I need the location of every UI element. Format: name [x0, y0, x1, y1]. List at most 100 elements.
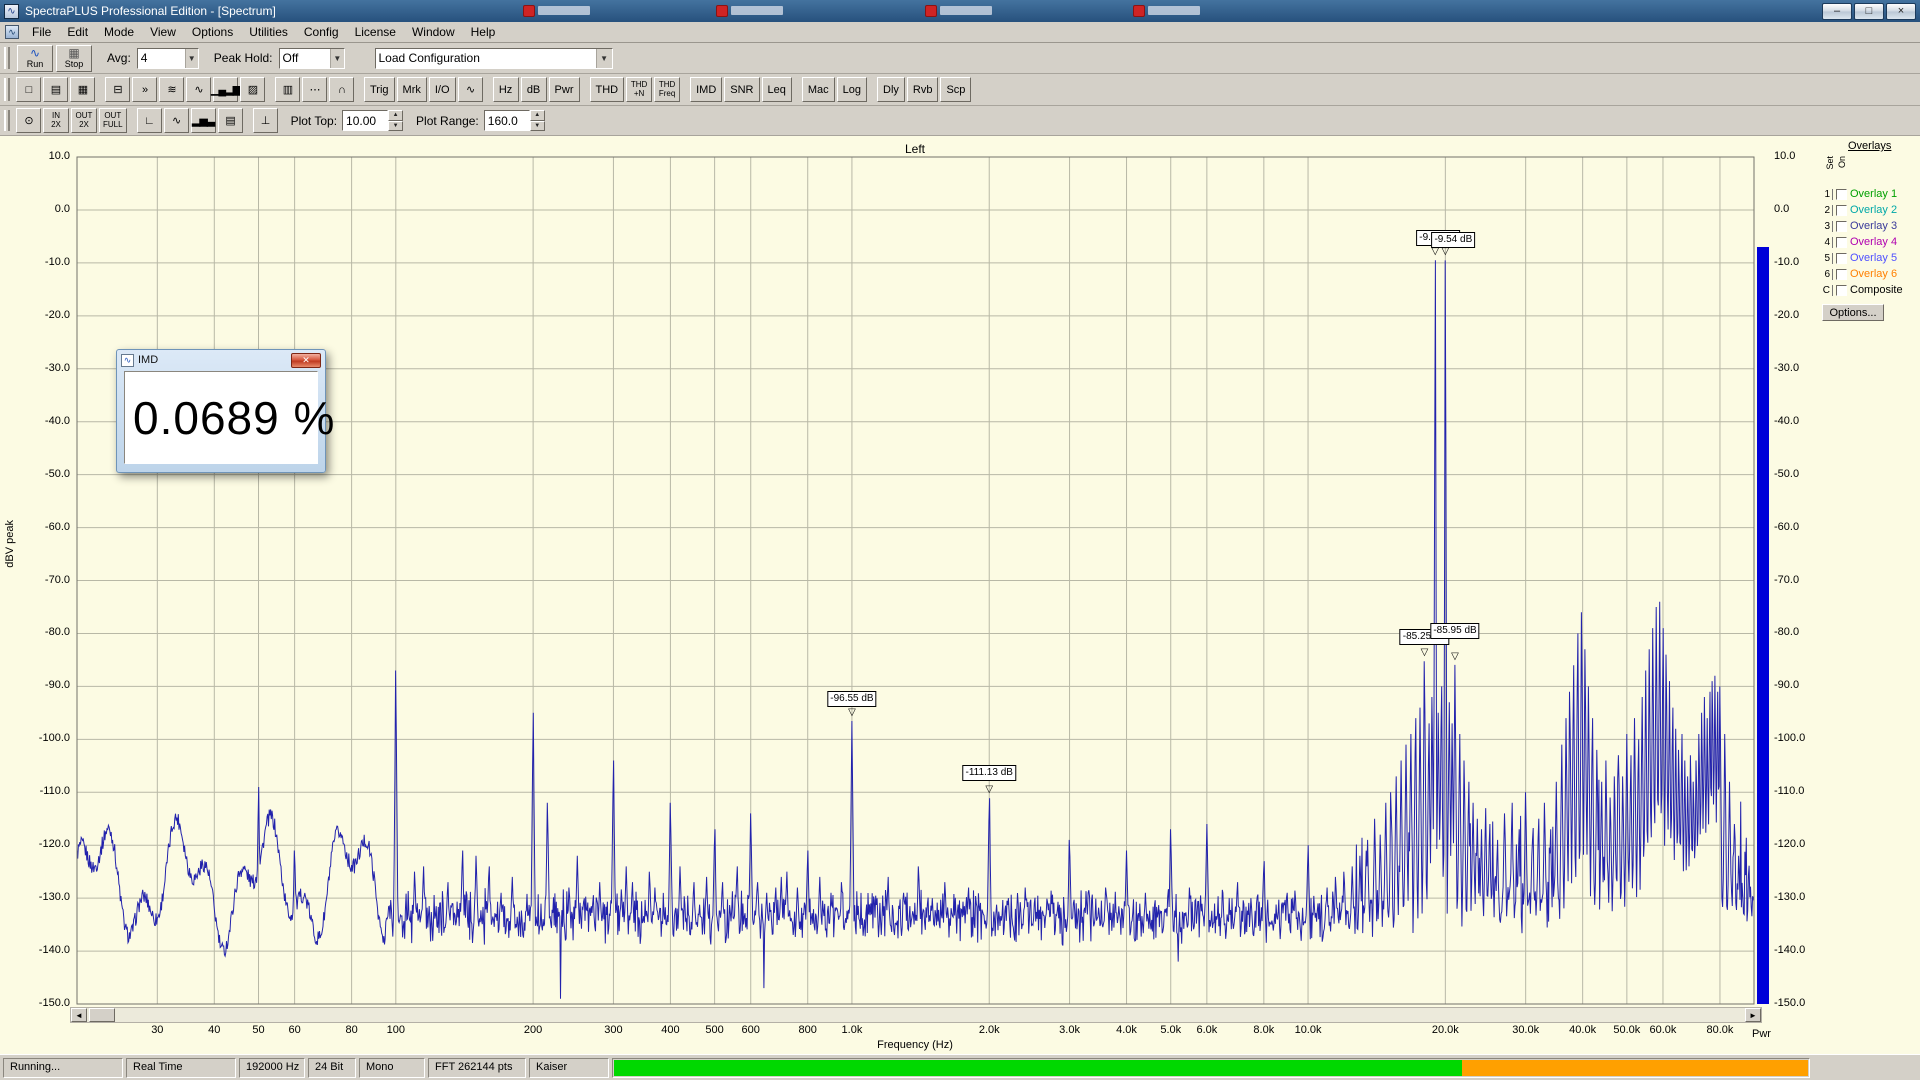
- delay-button[interactable]: Dly: [877, 77, 905, 102]
- overlay-on-checkbox[interactable]: [1836, 285, 1847, 296]
- grid-toggle-button[interactable]: ▤: [218, 108, 243, 133]
- menu-item-license[interactable]: License: [347, 23, 404, 41]
- scrollbar-track[interactable]: [87, 1008, 1745, 1022]
- thd-plus-n-button[interactable]: THD+N: [626, 77, 652, 102]
- menu-item-utilities[interactable]: Utilities: [241, 23, 296, 41]
- menu-item-edit[interactable]: Edit: [59, 23, 96, 41]
- scope-button[interactable]: Scp: [940, 77, 971, 102]
- avg-select[interactable]: ▼: [137, 48, 199, 69]
- markers-button[interactable]: Mrk: [397, 77, 427, 102]
- imd-dialog-close-icon[interactable]: ✕: [291, 353, 321, 368]
- minimize-button[interactable]: –: [1822, 3, 1852, 20]
- menu-item-file[interactable]: File: [24, 23, 59, 41]
- toolbar-grip[interactable]: [4, 110, 10, 131]
- table-view-button[interactable]: ▥: [275, 77, 300, 102]
- zoom-button[interactable]: ⊙: [16, 108, 41, 133]
- thd-button[interactable]: THD: [590, 77, 625, 102]
- io-button[interactable]: I/O: [429, 77, 456, 102]
- overlay-on-checkbox[interactable]: [1836, 237, 1847, 248]
- trigger-button[interactable]: Trig: [364, 77, 395, 102]
- scroll-left-button[interactable]: ◄: [71, 1008, 87, 1022]
- overlay-set-button[interactable]: 1: [1822, 189, 1833, 200]
- title-bar[interactable]: ∿ SpectraPLUS Professional Edition - [Sp…: [0, 0, 1920, 22]
- plot-top-stepper-up[interactable]: ▲: [388, 110, 403, 121]
- peak-hold-value[interactable]: [280, 49, 331, 68]
- save-button[interactable]: ▦: [70, 77, 95, 102]
- hz-units-button[interactable]: Hz: [493, 77, 519, 102]
- reverb-button[interactable]: Rvb: [907, 77, 939, 102]
- print-button[interactable]: ⊟: [105, 77, 130, 102]
- menu-item-window[interactable]: Window: [404, 23, 463, 41]
- leq-button[interactable]: Leq: [762, 77, 792, 102]
- plot-range-stepper-down[interactable]: ▼: [530, 121, 545, 132]
- overlay-on-checkbox[interactable]: [1836, 221, 1847, 232]
- distribution-view-button[interactable]: ∩: [329, 77, 354, 102]
- plot-top-stepper[interactable]: ▲▼: [342, 110, 403, 131]
- avg-value[interactable]: [138, 49, 185, 68]
- marker-label[interactable]: -85.95 dB: [1430, 623, 1479, 639]
- time-series-button[interactable]: ∿: [186, 77, 211, 102]
- snr-button[interactable]: SNR: [724, 77, 759, 102]
- load-configuration-select[interactable]: ▼: [375, 48, 613, 69]
- plot-top-stepper-down[interactable]: ▼: [388, 121, 403, 132]
- open-button[interactable]: ▤: [43, 77, 68, 102]
- run-button[interactable]: ∿ Run: [17, 45, 53, 72]
- line-plot-button[interactable]: ∿: [164, 108, 189, 133]
- scrollbar-thumb[interactable]: [89, 1008, 115, 1022]
- signal-generator-button[interactable]: ∿: [458, 77, 483, 102]
- bar-plot-button[interactable]: ▂▅▃: [191, 108, 216, 133]
- imd-dialog-titlebar[interactable]: ∿ IMD ✕: [117, 350, 325, 370]
- chevron-down-icon[interactable]: ▼: [330, 49, 343, 68]
- overlay-set-button[interactable]: 2: [1822, 205, 1833, 216]
- menu-item-mode[interactable]: Mode: [96, 23, 142, 41]
- toolbar-grip[interactable]: [4, 47, 10, 69]
- plot-horizontal-scrollbar[interactable]: ◄ ►: [70, 1007, 1762, 1023]
- toolbar-grip[interactable]: [4, 78, 10, 101]
- plot-range-stepper-up[interactable]: ▲: [530, 110, 545, 121]
- zoom-out-2x-button[interactable]: OUT2X: [71, 108, 97, 133]
- db-units-button[interactable]: dB: [521, 77, 547, 102]
- overlay-on-checkbox[interactable]: [1836, 253, 1847, 264]
- marker-label[interactable]: -9.54 dB: [1431, 232, 1475, 248]
- menu-item-config[interactable]: Config: [296, 23, 347, 41]
- marker-label[interactable]: -96.55 dB: [827, 691, 876, 707]
- imd-dialog[interactable]: ∿ IMD ✕ 0.0689 %: [116, 349, 326, 473]
- maximize-button[interactable]: □: [1854, 3, 1884, 20]
- stop-button[interactable]: ▦ Stop: [56, 45, 92, 72]
- mixer-button[interactable]: ≋: [159, 77, 184, 102]
- menu-item-help[interactable]: Help: [463, 23, 504, 41]
- phase-view-button[interactable]: ⋯: [302, 77, 327, 102]
- overlay-set-button[interactable]: 4: [1822, 237, 1833, 248]
- zoom-in-2x-button[interactable]: IN2X: [43, 108, 69, 133]
- overlay-on-checkbox[interactable]: [1836, 205, 1847, 216]
- imd-button[interactable]: IMD: [690, 77, 722, 102]
- overlay-on-checkbox[interactable]: [1836, 269, 1847, 280]
- peak-hold-select[interactable]: ▼: [279, 48, 345, 69]
- marker-label[interactable]: -111.13 dB: [962, 765, 1015, 781]
- plot-range-stepper[interactable]: ▲▼: [484, 110, 545, 131]
- new-button[interactable]: □: [16, 77, 41, 102]
- thd-freq-button[interactable]: THDFreq: [654, 77, 680, 102]
- overlay-set-button[interactable]: C: [1822, 285, 1833, 296]
- menu-item-options[interactable]: Options: [184, 23, 241, 41]
- fast-forward-button[interactable]: »: [132, 77, 157, 102]
- macro-button[interactable]: Mac: [802, 77, 835, 102]
- spectrogram-view-button[interactable]: ▨: [240, 77, 265, 102]
- spectrum-view-button[interactable]: ▁▄▂▆: [213, 77, 238, 102]
- overlay-set-button[interactable]: 3: [1822, 221, 1833, 232]
- axes-button[interactable]: ∟: [137, 108, 162, 133]
- logging-button[interactable]: Log: [837, 77, 867, 102]
- plot-top-stepper-value[interactable]: [342, 110, 388, 131]
- power-units-button[interactable]: Pwr: [549, 77, 580, 102]
- mdi-child-icon[interactable]: ∿: [5, 25, 19, 39]
- chevron-down-icon[interactable]: ▼: [185, 49, 198, 68]
- overlay-on-checkbox[interactable]: [1836, 189, 1847, 200]
- marker-line-button[interactable]: ⊥: [253, 108, 278, 133]
- load-configuration-value[interactable]: [376, 49, 596, 68]
- close-button[interactable]: ×: [1886, 3, 1916, 20]
- scroll-right-button[interactable]: ►: [1745, 1008, 1761, 1022]
- overlays-options-button[interactable]: Options...: [1822, 304, 1884, 321]
- plot-range-stepper-value[interactable]: [484, 110, 530, 131]
- overlay-set-button[interactable]: 5: [1822, 253, 1833, 264]
- overlay-set-button[interactable]: 6: [1822, 269, 1833, 280]
